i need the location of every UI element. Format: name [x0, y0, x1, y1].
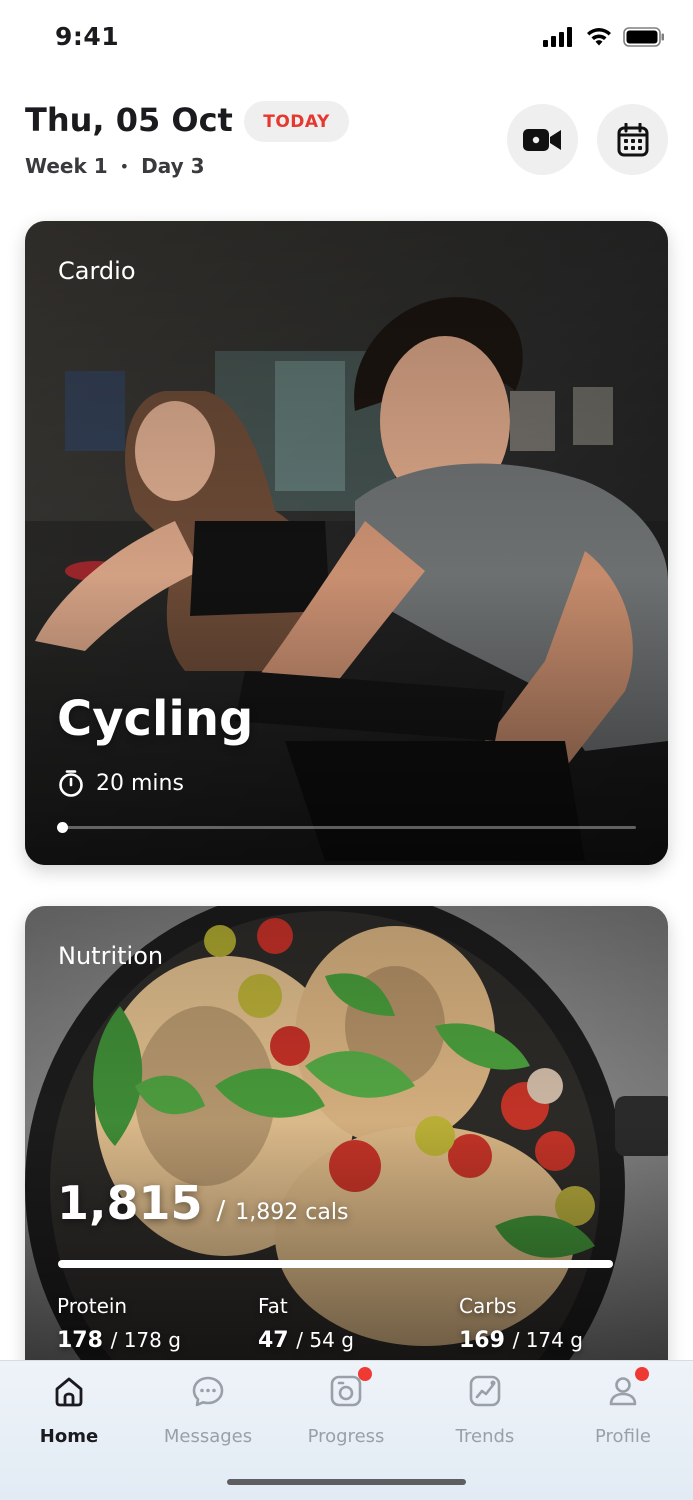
tab-label: Messages: [163, 1426, 253, 1447]
tab-label: Trends: [455, 1426, 515, 1447]
macro-protein: Protein 178 / 178 g: [57, 1294, 181, 1353]
macro-label: Protein: [57, 1294, 128, 1318]
nutrition-label: Nutrition: [58, 942, 164, 970]
signal-icon: [543, 27, 572, 47]
cardio-label: Cardio: [58, 257, 136, 285]
macro-goal: / 54 g: [296, 1328, 354, 1352]
macro-label: Fat: [258, 1294, 288, 1318]
tab-trends[interactable]: Trends: [425, 1373, 545, 1447]
macro-goal: / 178 g: [110, 1328, 181, 1352]
timer-icon: [59, 770, 83, 797]
macro-value: 169: [459, 1328, 505, 1353]
week-day-indicator: Week 1 • Day 3: [25, 154, 205, 178]
progress-icon: [328, 1367, 372, 1409]
tab-label: Profile: [595, 1426, 651, 1447]
video-button[interactable]: [507, 104, 578, 175]
header-date: Thu, 05 Oct: [25, 101, 233, 139]
home-indicator: [227, 1479, 466, 1485]
macro-value: 178: [57, 1328, 103, 1353]
tab-label: Progress: [307, 1426, 385, 1447]
profile-icon: [605, 1367, 649, 1409]
status-bar: 9:41: [0, 0, 693, 80]
workout-duration: 20 mins: [58, 769, 184, 797]
nutrition-card[interactable]: Nutrition 1,815 / 1,892 cals Protein 178…: [25, 906, 668, 1386]
week-label: Week 1: [25, 154, 108, 178]
calorie-summary: 1,815 / 1,892 cals: [57, 1176, 348, 1230]
calorie-progress-bar: [58, 1260, 613, 1268]
calories-goal: 1,892 cals: [235, 1200, 349, 1225]
calories-eaten: 1,815: [57, 1176, 203, 1230]
status-time: 9:41: [55, 22, 120, 51]
calendar-button[interactable]: [597, 104, 668, 175]
workout-title: Cycling: [57, 691, 254, 747]
chat-icon: [190, 1373, 226, 1409]
workout-progress-track: [58, 826, 636, 829]
tab-profile[interactable]: Profile: [563, 1367, 683, 1447]
tab-messages[interactable]: Messages: [148, 1373, 268, 1447]
macro-goal: / 174 g: [512, 1328, 583, 1352]
wifi-icon: [587, 28, 611, 46]
today-badge: TODAY: [244, 101, 349, 142]
macro-value: 47: [258, 1328, 289, 1353]
workout-progress-handle[interactable]: [57, 822, 68, 833]
day-label: Day 3: [141, 154, 205, 178]
notification-dot: [635, 1367, 649, 1381]
calendar-icon: [617, 122, 648, 156]
macro-fat: Fat 47 / 54 g: [258, 1294, 354, 1353]
cardio-card[interactable]: Cardio Cycling 20 mins: [25, 221, 668, 865]
video-camera-icon: [522, 128, 561, 151]
macro-carbs: Carbs 169 / 174 g: [459, 1294, 583, 1353]
home-icon: [51, 1373, 87, 1409]
tab-progress[interactable]: Progress: [286, 1367, 406, 1447]
trends-icon: [467, 1373, 503, 1409]
calories-separator: /: [216, 1196, 226, 1226]
notification-dot: [358, 1367, 372, 1381]
tab-home[interactable]: Home: [9, 1373, 129, 1447]
tab-label: Home: [39, 1426, 99, 1447]
macro-label: Carbs: [459, 1294, 517, 1318]
battery-icon: [623, 27, 664, 47]
separator-dot: •: [119, 156, 130, 176]
duration-text: 20 mins: [96, 770, 184, 796]
status-icons: [543, 27, 665, 47]
